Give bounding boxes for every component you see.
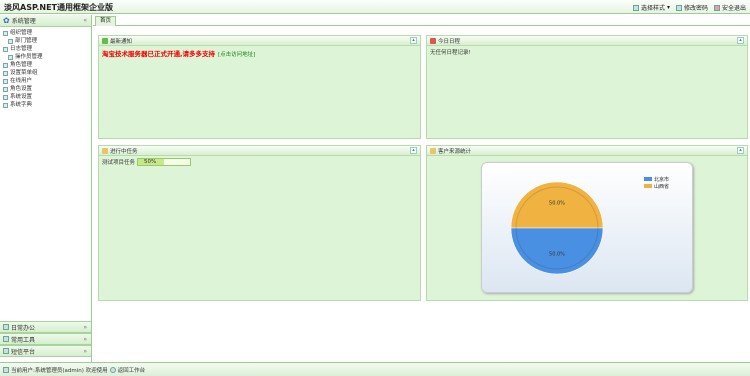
online-icon: [3, 78, 8, 84]
panel-header: 最新通知 ▴: [99, 36, 420, 46]
sidebar-item-dept[interactable]: 部门管理: [3, 37, 91, 45]
footer-user: 当前用户:系统管理员(admin) 欢迎使用: [11, 367, 108, 374]
minimize-button[interactable]: ▴: [737, 147, 744, 154]
sidebar-item-menu-group[interactable]: 设置菜单组: [3, 69, 91, 77]
gear-icon: ✿: [3, 16, 10, 25]
tools-icon: [3, 336, 9, 342]
sidebar-item-online-users[interactable]: 在线用户: [3, 77, 91, 85]
wrench-icon: [3, 94, 8, 100]
top-bar: 淡风ASP.NET通用框架企业版 选择样式 ▾ 修改密码 安全退出: [0, 0, 750, 14]
dept-icon: [8, 38, 13, 44]
panel-header: 进行中任务 ▴: [99, 146, 420, 156]
sidebar: ✿ 系统管理 « 组织管理 部门管理 日志管理 操作员管理 角色管理 设置菜单组…: [0, 15, 92, 362]
chart-icon: [430, 147, 436, 154]
legend-swatch: [644, 177, 652, 181]
schedule-panel: 今日日程 ▴ 无任何日程记录!: [426, 35, 748, 139]
sidebar-header-sms[interactable]: 短信平台»: [0, 345, 91, 357]
sidebar-header-office[interactable]: 日常办公»: [0, 321, 91, 333]
task-progress-bar: 50%: [137, 158, 192, 166]
org-icon: [3, 30, 8, 36]
sidebar-menu: 组织管理 部门管理 日志管理 操作员管理 角色管理 设置菜单组 在线用户 角色设…: [0, 27, 91, 109]
legend-swatch: [644, 184, 652, 188]
sidebar-item-org[interactable]: 组织管理: [3, 29, 91, 37]
exit-icon: [713, 4, 720, 11]
minimize-button[interactable]: ▴: [737, 37, 744, 44]
sidebar-item-operator[interactable]: 操作员管理: [3, 53, 91, 61]
panel-header: 今日日程 ▴: [427, 36, 747, 46]
app-title: 淡风ASP.NET通用框架企业版: [4, 3, 114, 12]
style-link[interactable]: 选择样式 ▾: [632, 3, 670, 12]
collapse-icon[interactable]: «: [83, 17, 87, 24]
schedule-text: 无任何日程记录!: [430, 50, 471, 56]
calendar-icon: [430, 37, 436, 44]
key-icon: [675, 4, 682, 11]
expand-icon: »: [83, 336, 87, 343]
sidebar-header-system[interactable]: ✿ 系统管理 «: [0, 15, 91, 27]
pie-data-label: 50.0%: [549, 251, 565, 257]
legend-label: 北京市: [654, 176, 669, 183]
change-password-link[interactable]: 修改密码: [675, 3, 708, 12]
top-links: 选择样式 ▾ 修改密码 安全退出: [632, 3, 746, 12]
portal-content: 最新通知 ▴ 淘宝技术服务器已正式开通,请多多支持 [点击访问地址] 今日日程 ▴ 无…: [93, 27, 750, 362]
notice-text: 淘宝技术服务器已正式开通,请多多支持 [点击访问地址]: [102, 50, 256, 58]
sidebar-item-system-settings[interactable]: 系统设置: [3, 93, 91, 101]
notice-panel: 最新通知 ▴ 淘宝技术服务器已正式开通,请多多支持 [点击访问地址]: [98, 35, 421, 139]
status-bar: 当前用户:系统管理员(admin) 欢迎使用 返回工作台: [0, 362, 750, 376]
sidebar-item-role[interactable]: 角色管理: [3, 61, 91, 69]
dictionary-icon: [3, 102, 8, 108]
pie-chart-box: 50.0% 50.0% 北京市 山西省: [481, 162, 693, 293]
progress-label: 50%: [144, 159, 157, 165]
sidebar-bottom: 日常办公» 常用工具» 短信平台»: [0, 321, 91, 357]
task-name: 测试项目任务: [102, 160, 136, 166]
tab-bar: 首页: [93, 15, 750, 26]
main-area: 首页 最新通知 ▴ 淘宝技术服务器已正式开通,请多多支持 [点击访问地址] 今日日程…: [93, 15, 750, 362]
footer-link[interactable]: 返回工作台: [118, 366, 146, 374]
pie-chart: 50.0% 50.0% 北京市山西省: [510, 176, 669, 275]
task-icon: [102, 147, 108, 154]
role-icon: [3, 62, 8, 68]
settings-icon: [3, 86, 8, 92]
tab-home[interactable]: 首页: [95, 16, 117, 26]
minimize-button[interactable]: ▴: [410, 147, 417, 154]
log-icon: [3, 46, 8, 52]
pie-data-label: 50.0%: [549, 201, 565, 207]
expand-icon: »: [83, 348, 87, 355]
sidebar-item-role-settings[interactable]: 角色设置: [3, 85, 91, 93]
office-icon: [3, 324, 9, 330]
sidebar-item-dictionary[interactable]: 系统字典: [3, 101, 91, 109]
home-icon: [109, 366, 116, 373]
style-icon: [632, 4, 639, 11]
chart-panel: 客户来源统计 ▴ 50.0% 50.0% 北京市 山西省: [426, 145, 748, 301]
minimize-button[interactable]: ▴: [410, 37, 417, 44]
chevron-down-icon: ▾: [666, 4, 670, 11]
notice-icon: [102, 37, 108, 44]
task-row[interactable]: 测试项目任务 50%: [99, 156, 420, 168]
sidebar-item-log[interactable]: 日志管理: [3, 45, 91, 53]
logout-link[interactable]: 安全退出: [713, 3, 746, 12]
sidebar-header-tools[interactable]: 常用工具»: [0, 333, 91, 345]
user-icon: [3, 366, 9, 373]
panel-header: 客户来源统计 ▴: [427, 146, 747, 156]
sms-icon: [3, 348, 9, 354]
expand-icon: »: [83, 324, 87, 331]
notice-link[interactable]: [点击访问地址]: [218, 52, 255, 58]
menu-icon: [3, 70, 8, 76]
legend-label: 山西省: [654, 183, 669, 190]
user-icon: [8, 54, 13, 60]
tasks-panel: 进行中任务 ▴ 测试项目任务 50%: [98, 145, 421, 301]
